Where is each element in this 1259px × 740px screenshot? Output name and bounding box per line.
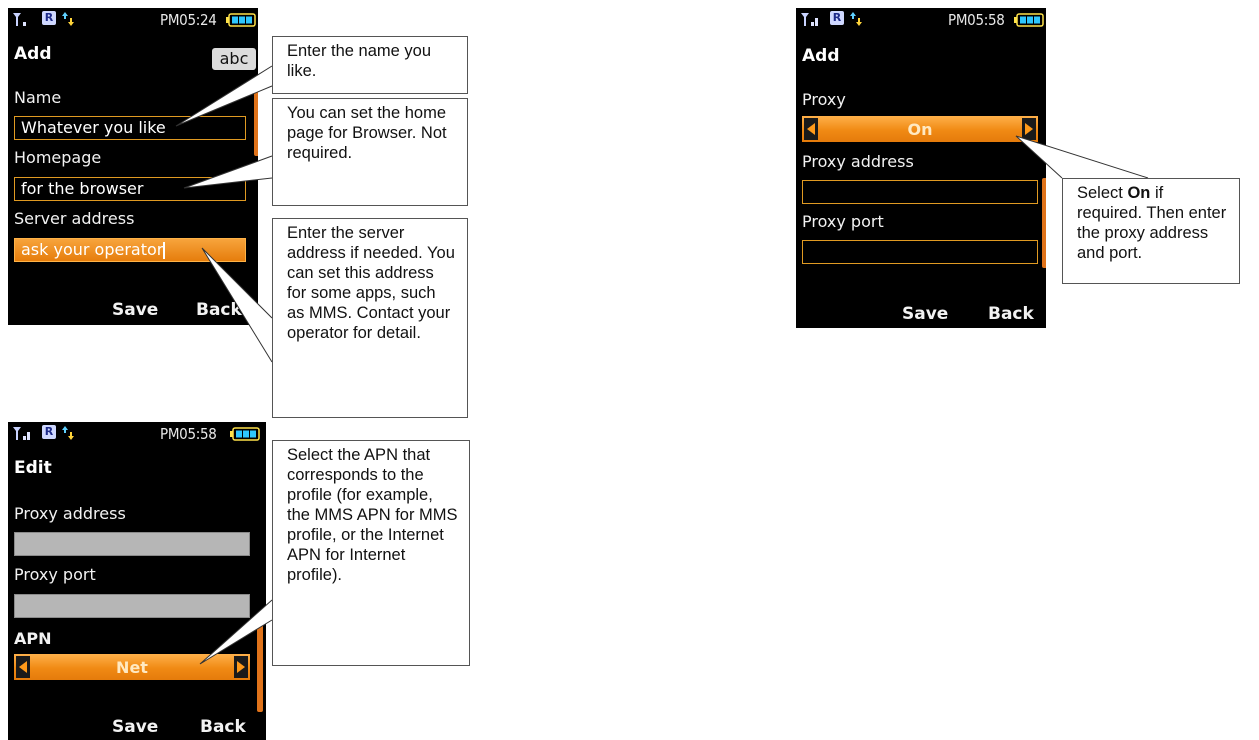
server-callout: Enter the server address if needed. You …	[272, 218, 468, 418]
server-callout-text: Enter the server address if needed. You …	[287, 224, 455, 342]
callout-leaders	[175, 65, 1149, 665]
proxy-callout-prefix: Select	[1077, 184, 1123, 202]
name-callout: Enter the name you like.	[272, 36, 468, 94]
apn-leader	[199, 599, 273, 665]
homepage-leader	[183, 155, 273, 189]
apn-callout: Select the APN that corresponds to the p…	[272, 440, 470, 666]
proxy-callout: Select On if required. Then enter the pr…	[1062, 178, 1240, 284]
homepage-callout: You can set the home page for Browser. N…	[272, 98, 468, 206]
server-leader	[201, 247, 273, 363]
proxy-callout-bold: On	[1127, 184, 1151, 202]
name-leader	[175, 65, 273, 127]
apn-callout-text: Select the APN that corresponds to the p…	[287, 446, 458, 584]
proxy-leader	[1015, 135, 1149, 179]
name-callout-text: Enter the name you like.	[287, 42, 432, 80]
homepage-callout-text: You can set the home page for Browser. N…	[287, 104, 447, 162]
